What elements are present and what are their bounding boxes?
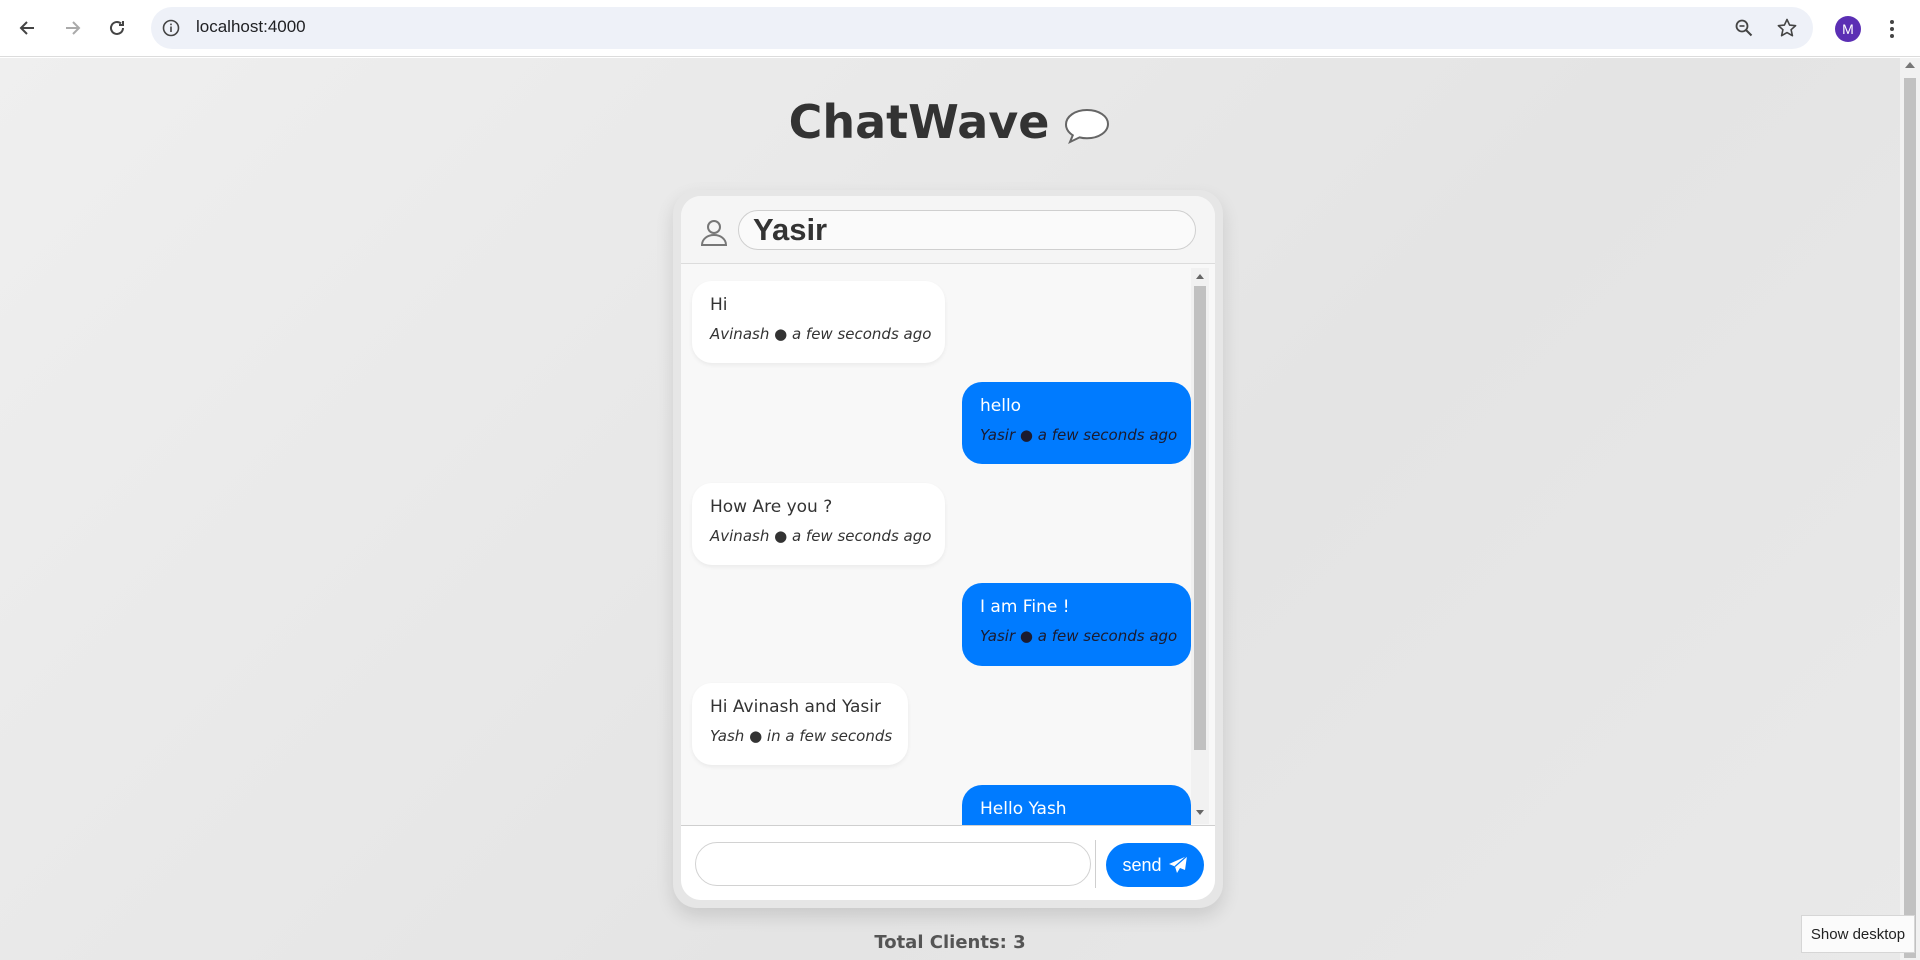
scroll-up-icon[interactable] <box>1196 274 1204 279</box>
total-clients: Total Clients: 3 <box>874 932 1026 953</box>
forward-button[interactable] <box>56 12 88 44</box>
arrow-left-icon <box>19 21 34 35</box>
messages-list[interactable]: Hi Avinash ● a few seconds ago hello Yas… <box>681 265 1215 825</box>
message-text: I am Fine ! <box>980 597 1070 617</box>
arrow-right-icon <box>66 21 81 35</box>
message-bubble: hello Yasir ● a few seconds ago <box>962 382 1191 464</box>
back-button[interactable] <box>12 12 44 44</box>
message-composer: send <box>681 825 1215 900</box>
reload-icon <box>110 20 124 35</box>
scroll-down-icon[interactable] <box>1196 810 1204 815</box>
site-info-icon[interactable] <box>161 18 181 38</box>
app-title-text: ChatWave <box>788 95 1050 149</box>
message-bubble: Hi Avinash ● a few seconds ago <box>692 281 945 363</box>
message-meta: Yash ● in a few seconds <box>710 727 893 745</box>
send-button[interactable]: send <box>1106 843 1204 887</box>
reload-button[interactable] <box>101 12 133 44</box>
bookmark-star-icon[interactable] <box>1776 17 1798 39</box>
browser-menu-icon[interactable] <box>1882 16 1902 42</box>
user-icon <box>700 220 728 246</box>
page-scrollbar[interactable] <box>1900 58 1920 960</box>
message-text: Hello Yash <box>980 799 1067 819</box>
message-meta: Avinash ● a few seconds ago <box>710 325 932 343</box>
chat-card: Yasir Hi Avinash ● a few seconds ago hel… <box>673 190 1223 908</box>
chat-header: Yasir <box>681 196 1215 264</box>
chat-card-inner: Yasir Hi Avinash ● a few seconds ago hel… <box>681 196 1215 900</box>
message-text: hello <box>980 396 1022 416</box>
message-input[interactable] <box>695 842 1091 886</box>
show-desktop-tooltip: Show desktop <box>1801 915 1915 953</box>
message-bubble: I am Fine ! Yasir ● a few seconds ago <box>962 583 1191 666</box>
scroll-thumb[interactable] <box>1194 286 1206 750</box>
message-text: Hi Avinash and Yasir <box>710 697 881 717</box>
composer-divider <box>1095 840 1096 888</box>
message-meta: Avinash ● a few seconds ago <box>710 527 932 545</box>
browser-toolbar: localhost:4000 M <box>0 0 1920 57</box>
message-bubble: Hi Avinash and Yasir Yash ● in a few sec… <box>692 683 908 765</box>
profile-avatar[interactable]: M <box>1835 16 1861 42</box>
message-text: How Are you ? <box>710 497 833 517</box>
paper-plane-icon <box>1168 855 1187 873</box>
message-text: Hi <box>710 295 728 315</box>
zoom-icon[interactable] <box>1734 18 1754 38</box>
chat-scrollbar[interactable] <box>1191 268 1209 824</box>
app-title: ChatWave <box>0 95 1900 149</box>
address-bar[interactable]: localhost:4000 <box>151 7 1813 49</box>
message-meta: Yasir ● a few seconds ago <box>980 627 1178 645</box>
url-text[interactable]: localhost:4000 <box>196 17 306 37</box>
username-input[interactable]: Yasir <box>738 210 1196 250</box>
message-bubble: How Are you ? Avinash ● a few seconds ag… <box>692 483 945 565</box>
message-meta: Yasir ● a few seconds ago <box>980 426 1178 444</box>
message-bubble: Hello Yash <box>962 785 1191 825</box>
send-label: send <box>1122 854 1162 875</box>
speech-bubble-icon <box>1065 108 1110 144</box>
